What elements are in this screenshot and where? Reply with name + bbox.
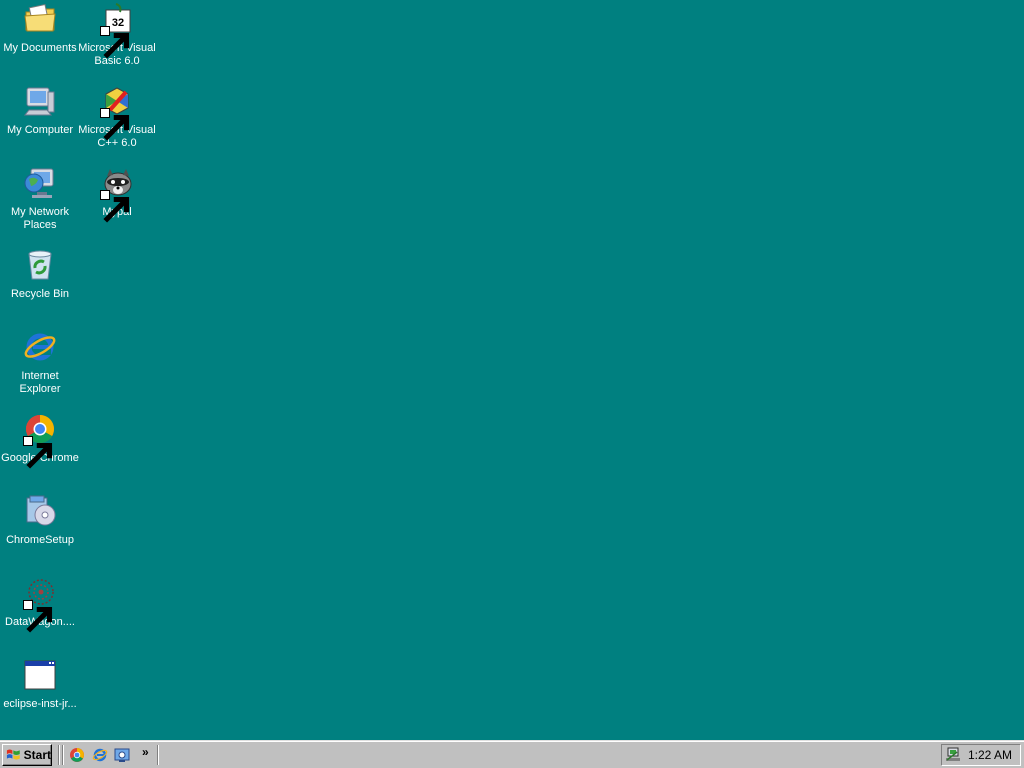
window-app-icon [23, 658, 57, 692]
desktop-icon-my-network-places[interactable]: My Network Places [1, 166, 79, 232]
quick-launch-show-desktop-icon[interactable] [114, 747, 130, 763]
desktop: My Documents My Computer My Network Plac [0, 0, 1024, 740]
quick-launch-overflow-chevron[interactable]: » [142, 745, 149, 759]
desktop-icon-visual-cpp[interactable]: Microsoft Visual C++ 6.0 [78, 84, 156, 150]
desktop-icon-datawagon[interactable]: DataWagon.... [1, 576, 79, 633]
shortcut-arrow-icon [23, 436, 53, 469]
start-button[interactable]: Start [2, 744, 52, 766]
folder-documents-icon [23, 2, 57, 36]
visual-cpp-icon [100, 84, 134, 141]
taskbar-separator [157, 745, 159, 765]
desktop-icon-visual-basic[interactable]: 32 Microsoft Visual Basic 6.0 [78, 2, 156, 68]
icon-label: eclipse-inst-jr... [3, 698, 77, 710]
quick-launch-internet-explorer-icon[interactable] [92, 747, 108, 763]
desktop-icon-my-documents[interactable]: My Documents [1, 2, 79, 55]
quick-launch-grip [62, 745, 64, 765]
shortcut-arrow-icon [23, 600, 53, 633]
icon-label: My Documents [3, 42, 77, 54]
quick-launch-separator [58, 745, 60, 765]
quick-launch-chrome-icon[interactable] [69, 747, 85, 763]
shortcut-arrow-icon [100, 190, 130, 223]
recycle-bin-icon [23, 248, 57, 282]
visual-basic-icon: 32 [100, 2, 134, 59]
desktop-icon-recycle-bin[interactable]: Recycle Bin [1, 248, 79, 301]
datawagon-icon [23, 576, 57, 633]
taskbar: Start » 1:22 AM [0, 740, 1024, 768]
desktop-icon-mypal[interactable]: Mypal [78, 166, 156, 223]
desktop-icon-internet-explorer[interactable]: Internet Explorer [1, 330, 79, 396]
icon-label: Recycle Bin [10, 288, 70, 300]
network-places-icon [23, 166, 57, 200]
tray-network-icon[interactable] [945, 747, 961, 763]
installer-icon [23, 494, 57, 528]
mypal-raccoon-icon [100, 166, 134, 223]
shortcut-arrow-icon [100, 108, 130, 141]
icon-label: ChromeSetup [6, 534, 74, 546]
computer-icon [23, 84, 57, 118]
taskbar-clock[interactable]: 1:22 AM [968, 748, 1012, 762]
system-tray: 1:22 AM [941, 744, 1021, 766]
icon-label: My Network Places [10, 206, 70, 231]
shortcut-arrow-icon [100, 26, 130, 59]
start-label: Start [23, 748, 51, 762]
icon-label: Internet Explorer [19, 370, 61, 395]
chrome-icon [23, 412, 57, 469]
desktop-icon-my-computer[interactable]: My Computer [1, 84, 79, 137]
desktop-icon-google-chrome[interactable]: Google Chrome [1, 412, 79, 469]
icon-label: My Computer [6, 124, 74, 136]
internet-explorer-icon [23, 330, 57, 364]
desktop-icon-eclipse-inst[interactable]: eclipse-inst-jr... [1, 658, 79, 711]
windows-logo-icon [6, 749, 20, 760]
desktop-icon-chromesetup[interactable]: ChromeSetup [1, 494, 79, 547]
